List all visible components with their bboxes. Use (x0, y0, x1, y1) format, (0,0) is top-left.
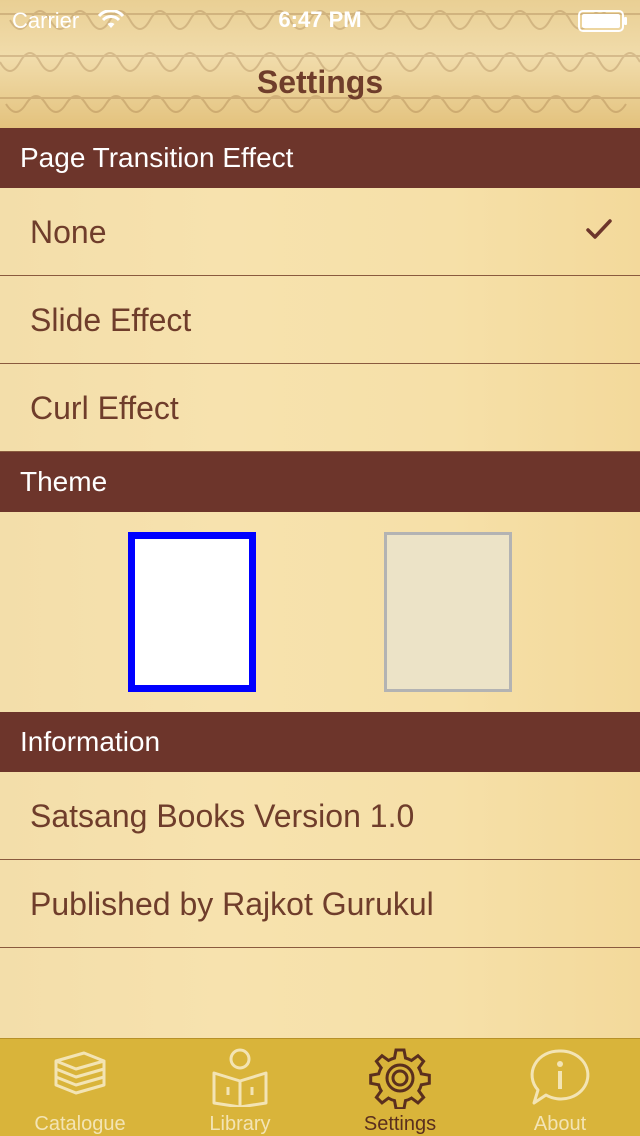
theme-swatch-white[interactable] (128, 532, 256, 692)
tab-label: Settings (363, 1113, 437, 1135)
option-label: Curl Effect (30, 390, 179, 426)
info-bubble-icon (530, 1049, 590, 1105)
option-label: Slide Effect (30, 302, 192, 338)
tab-about[interactable]: About (480, 1039, 640, 1136)
info-row-publisher: Published by Rajkot Gurukul (0, 860, 640, 948)
tab-catalogue[interactable]: Catalogue (0, 1039, 160, 1136)
transition-option-curl[interactable]: Curl Effect (0, 364, 640, 452)
tab-label: Library (209, 1113, 271, 1135)
page-title: Settings (256, 64, 384, 100)
info-row-version: Satsang Books Version 1.0 (0, 772, 640, 860)
tab-library[interactable]: Library (160, 1039, 320, 1136)
transition-option-none[interactable]: None (0, 188, 640, 276)
theme-picker (0, 512, 640, 712)
section-header-transition: Page Transition Effect (0, 128, 640, 188)
section-header-theme: Theme (0, 452, 640, 512)
tab-label: Catalogue (34, 1113, 126, 1135)
transition-option-slide[interactable]: Slide Effect (0, 276, 640, 364)
theme-swatch-cream[interactable] (384, 532, 512, 692)
status-time: 6:47 PM (278, 7, 362, 32)
battery-icon (578, 10, 627, 32)
info-label: Published by Rajkot Gurukul (30, 886, 434, 922)
navigation-bar: Carrier 6:47 PM Settings (0, 0, 640, 128)
reader-icon (212, 1048, 268, 1107)
status-bar: Carrier 6:47 PM (0, 0, 640, 40)
checkmark-icon (586, 219, 612, 239)
section-header-information: Information (0, 712, 640, 772)
option-label: None (30, 214, 107, 250)
books-icon (54, 1051, 106, 1095)
gear-icon (369, 1048, 431, 1109)
tab-settings[interactable]: Settings (320, 1039, 480, 1136)
tab-label: About (533, 1113, 587, 1135)
tab-bar: Catalogue Library Settings About (0, 1038, 640, 1136)
info-label: Satsang Books Version 1.0 (30, 798, 415, 834)
